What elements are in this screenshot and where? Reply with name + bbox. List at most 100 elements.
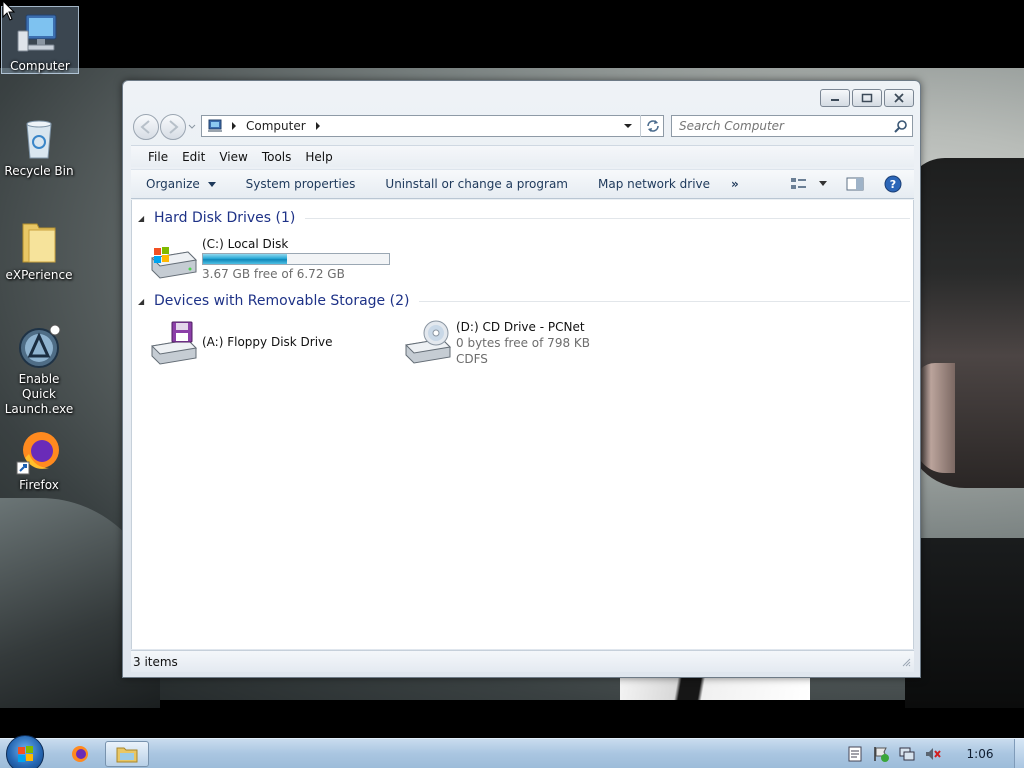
firefox-icon xyxy=(72,746,88,762)
drive-usage-bar xyxy=(202,253,390,265)
recycle-bin-icon xyxy=(26,120,52,159)
computer-icon xyxy=(17,14,57,52)
menu-tools[interactable]: Tools xyxy=(255,150,299,164)
more-commands-button[interactable]: » xyxy=(725,177,754,191)
computer-small-icon xyxy=(208,119,222,132)
menu-help[interactable]: Help xyxy=(298,150,339,164)
search-input[interactable] xyxy=(679,119,879,133)
breadcrumb-separator-icon[interactable] xyxy=(314,121,322,131)
drive-name: (A:) Floppy Disk Drive xyxy=(202,335,333,349)
group-title: Devices with Removable Storage (2) xyxy=(154,293,410,309)
maximize-button[interactable] xyxy=(852,89,882,107)
forward-arrow-icon xyxy=(169,120,179,134)
group-divider xyxy=(419,300,910,302)
group-divider xyxy=(305,217,910,219)
windows-logo-icon xyxy=(18,746,33,762)
desktop-icon-enable-quick-launch[interactable]: Enable Quick Launch.exe xyxy=(0,318,78,417)
show-desktop-button[interactable] xyxy=(1014,739,1024,768)
action-center-flag-icon[interactable] xyxy=(872,745,890,763)
recent-pages-chevron-icon[interactable] xyxy=(188,124,196,130)
chevron-down-icon xyxy=(819,181,827,186)
volume-muted-icon[interactable] xyxy=(924,745,942,763)
content-pane: ◢ Hard Disk Drives (1) (C:) Local Disk 3… xyxy=(131,200,914,649)
svg-text:?: ? xyxy=(890,178,896,191)
back-arrow-icon xyxy=(140,120,150,134)
drive-free-space: 3.67 GB free of 6.72 GB xyxy=(202,267,345,281)
quick-launch-app-icon xyxy=(19,324,61,368)
map-network-drive-button[interactable]: Map network drive xyxy=(583,177,725,191)
start-button[interactable] xyxy=(6,735,44,768)
breadcrumb-computer[interactable]: Computer xyxy=(246,119,306,133)
refresh-icon xyxy=(646,120,659,132)
item-count: 3 items xyxy=(133,654,178,669)
wallpaper-figure-collar xyxy=(620,676,810,700)
floppy-drive-icon xyxy=(150,321,198,365)
search-box[interactable] xyxy=(671,115,913,137)
menu-view[interactable]: View xyxy=(212,150,254,164)
maximize-icon xyxy=(861,93,873,103)
desktop-icon-recycle-bin[interactable]: Recycle Bin xyxy=(0,110,78,179)
wallpaper-figure-suit xyxy=(905,538,1024,708)
close-icon xyxy=(894,93,904,103)
group-title: Hard Disk Drives (1) xyxy=(154,210,296,226)
view-options-icon xyxy=(791,178,806,189)
drive-name: (C:) Local Disk xyxy=(202,237,289,251)
taskbar-clock[interactable]: 1:06 xyxy=(946,747,1014,761)
desktop-icon-experience[interactable]: eXPerience xyxy=(0,214,78,283)
window-caption-buttons xyxy=(820,89,914,107)
desktop-icon-label: Recycle Bin xyxy=(4,164,74,178)
hard-drive-windows-icon xyxy=(150,247,198,279)
address-dropdown-icon[interactable] xyxy=(623,122,633,130)
wallpaper-figure-ear xyxy=(915,363,955,473)
breadcrumb-separator-icon[interactable] xyxy=(230,121,238,131)
collapse-triangle-icon[interactable]: ◢ xyxy=(138,214,150,223)
mouse-pointer-icon xyxy=(2,0,16,21)
close-button[interactable] xyxy=(884,89,914,107)
organize-button[interactable]: Organize xyxy=(131,177,231,191)
drive-name: (D:) CD Drive - PCNet xyxy=(456,320,585,334)
address-bar[interactable]: Computer xyxy=(201,115,664,137)
network-icon[interactable] xyxy=(898,745,916,763)
menu-edit[interactable]: Edit xyxy=(175,150,212,164)
cd-drive-icon xyxy=(404,320,452,364)
taskbar: 1:06 xyxy=(0,735,1024,768)
change-view-button[interactable] xyxy=(790,177,828,191)
tray-document-icon[interactable] xyxy=(846,745,864,763)
minimize-button[interactable] xyxy=(820,89,850,107)
drive-usage-fill xyxy=(203,254,288,264)
back-button[interactable] xyxy=(133,114,159,140)
menu-bar: File Edit View Tools Help xyxy=(131,145,914,167)
taskbar-firefox-button[interactable] xyxy=(58,741,102,767)
help-icon[interactable]: ? xyxy=(884,175,902,193)
explorer-window[interactable]: Computer File Edit View Tools Help xyxy=(122,80,921,678)
group-header-removable-storage[interactable]: ◢ Devices with Removable Storage (2) xyxy=(138,292,910,310)
command-bar: Organize System properties Uninstall or … xyxy=(131,169,914,199)
status-bar: 3 items xyxy=(131,650,914,672)
resize-grip-icon[interactable] xyxy=(901,657,911,667)
desktop-icon-label: Computer xyxy=(10,59,70,73)
refresh-button[interactable] xyxy=(640,115,664,137)
drive-item-c[interactable]: (C:) Local Disk 3.67 GB free of 6.72 GB xyxy=(148,236,390,282)
desktop-icon-firefox[interactable]: Firefox xyxy=(0,424,78,493)
desktop-icon-label: eXPerience xyxy=(5,268,73,282)
organize-label: Organize xyxy=(146,177,200,191)
uninstall-program-button[interactable]: Uninstall or change a program xyxy=(370,177,583,191)
menu-file[interactable]: File xyxy=(141,150,175,164)
taskbar-explorer-button[interactable] xyxy=(105,741,149,767)
system-properties-button[interactable]: System properties xyxy=(231,177,371,191)
preview-pane-icon[interactable] xyxy=(846,177,864,191)
collapse-triangle-icon[interactable]: ◢ xyxy=(138,297,150,306)
desktop-icon-label: Firefox xyxy=(19,478,59,492)
folder-icon xyxy=(22,223,56,263)
drive-item-a[interactable]: (A:) Floppy Disk Drive xyxy=(148,320,333,366)
group-header-hard-disk-drives[interactable]: ◢ Hard Disk Drives (1) xyxy=(138,209,910,227)
folder-icon xyxy=(116,747,138,763)
minimize-icon xyxy=(831,99,839,101)
search-icon[interactable] xyxy=(894,119,908,133)
notification-area: 1:06 xyxy=(842,739,1024,768)
drive-free-space: 0 bytes free of 798 KB xyxy=(456,336,590,350)
desktop-icon-label: Enable Quick Launch.exe xyxy=(4,372,74,416)
forward-button[interactable] xyxy=(160,114,186,140)
drive-file-system: CDFS xyxy=(456,352,488,366)
drive-item-d[interactable]: (D:) CD Drive - PCNet 0 bytes free of 79… xyxy=(402,319,590,367)
